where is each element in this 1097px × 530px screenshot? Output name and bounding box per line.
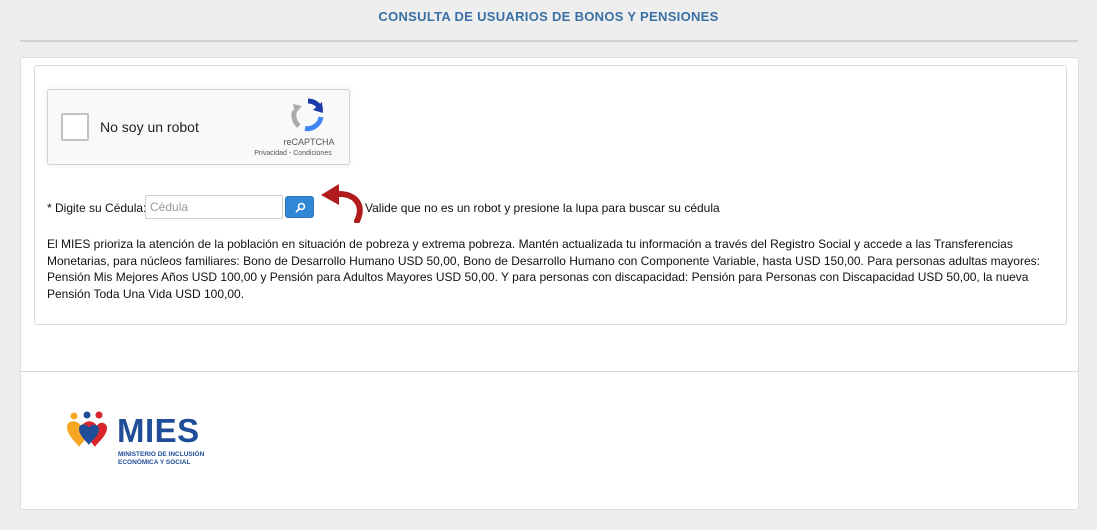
info-paragraph: El MIES prioriza la atención de la pobla…	[47, 237, 1040, 301]
search-icon	[295, 202, 306, 213]
recaptcha-checkbox[interactable]	[61, 113, 89, 141]
search-button[interactable]	[285, 196, 314, 218]
mies-logo-text: MIES	[117, 412, 200, 449]
section-divider	[21, 371, 1078, 372]
mies-logo-subtitle-line2: ECONÓMICA Y SOCIAL	[118, 459, 191, 466]
recaptcha-logo-icon	[291, 98, 324, 132]
main-panel: No soy un robot reCAPTCHA Privacidad - C…	[20, 57, 1079, 510]
recaptcha-privacy-link[interactable]: Privacidad	[254, 150, 287, 157]
curved-arrow-icon	[321, 184, 363, 223]
recaptcha-widget: No soy un robot reCAPTCHA Privacidad - C…	[47, 89, 350, 165]
mies-logo: MIES MINISTERIO DE INCLUSIÓN ECONÓMICA Y…	[65, 411, 225, 481]
recaptcha-brand: reCAPTCHA	[283, 137, 335, 147]
mies-logo-subtitle-line1: MINISTERIO DE INCLUSIÓN	[118, 451, 205, 458]
recaptcha-links: Privacidad - Condiciones	[238, 150, 348, 157]
search-hint: Valide que no es un robot y presione la …	[365, 201, 720, 215]
page-title: CONSULTA DE USUARIOS DE BONOS Y PENSIONE…	[378, 9, 719, 24]
mies-hearts-icon	[67, 411, 107, 447]
cedula-label: * Digite su Cédula:	[47, 201, 147, 215]
search-row: * Digite su Cédula: Valide que no es un …	[47, 184, 1047, 223]
header-divider	[20, 40, 1078, 42]
page-header: CONSULTA DE USUARIOS DE BONOS Y PENSIONE…	[0, 0, 1097, 34]
recaptcha-label: No soy un robot	[100, 119, 199, 135]
search-panel: No soy un robot reCAPTCHA Privacidad - C…	[34, 65, 1067, 325]
cedula-input[interactable]	[145, 195, 283, 219]
recaptcha-terms-link[interactable]: Condiciones	[293, 150, 332, 157]
mies-logo-subtitle: MINISTERIO DE INCLUSIÓN ECONÓMICA Y SOCI…	[118, 451, 204, 467]
